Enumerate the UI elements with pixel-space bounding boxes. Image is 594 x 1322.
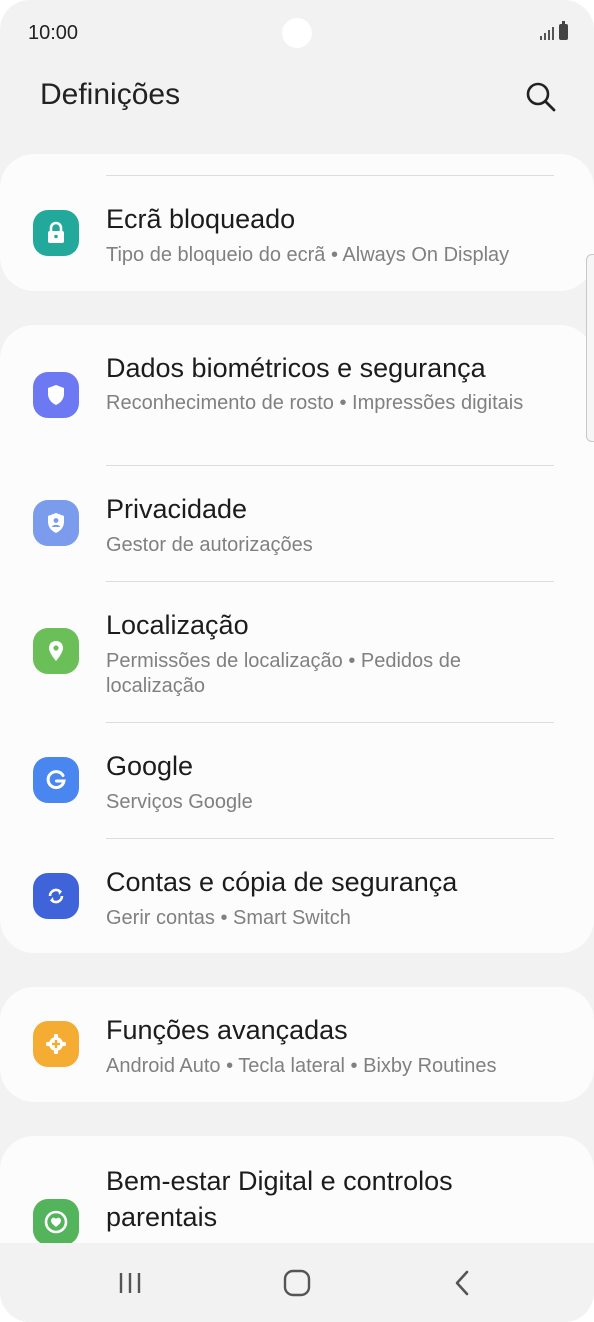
settings-item-accounts-backup[interactable]: Contas e cópia de segurança Gerir contas… xyxy=(0,839,594,953)
privacy-icon xyxy=(33,500,79,546)
item-label: Funções avançadas xyxy=(106,1015,348,1045)
item-label: Localização xyxy=(106,610,249,640)
back-button[interactable] xyxy=(441,1261,485,1305)
recents-icon xyxy=(119,1273,141,1293)
item-subtitle: Gerir contas • Smart Switch xyxy=(106,907,351,929)
location-pin-icon xyxy=(33,628,79,674)
back-icon xyxy=(455,1270,469,1296)
item-label: Google xyxy=(106,751,194,781)
sync-icon xyxy=(33,873,79,919)
item-subtitle: Serviços Google xyxy=(106,791,253,813)
settings-card: Dados biométricos e segurança Reconhecim… xyxy=(0,325,594,953)
page-title: Definições xyxy=(40,78,181,111)
settings-card: Funções avançadas Android Auto • Tecla l… xyxy=(0,987,594,1102)
settings-card: Ecrã bloqueado Tipo de bloqueio do ecrã … xyxy=(0,154,594,291)
scrollbar[interactable] xyxy=(586,254,594,442)
recents-button[interactable] xyxy=(109,1261,153,1305)
search-button[interactable] xyxy=(522,78,558,114)
lock-icon xyxy=(33,210,79,256)
item-subtitle: Permissões de localização • Pedidos de l… xyxy=(106,650,461,697)
shield-icon xyxy=(33,372,79,418)
search-icon xyxy=(526,82,556,112)
item-label: Bem-estar Digital e controlos parentais xyxy=(106,1166,453,1232)
settings-item-lock-screen[interactable]: Ecrã bloqueado Tipo de bloqueio do ecrã … xyxy=(0,176,594,291)
item-subtitle: Reconhecimento de rosto • Impressões dig… xyxy=(106,392,524,414)
item-label: Ecrã bloqueado xyxy=(106,204,296,234)
settings-item-privacy[interactable]: Privacidade Gestor de autorizações xyxy=(0,466,594,581)
item-subtitle: Gestor de autorizações xyxy=(106,534,313,556)
navigation-bar xyxy=(0,1243,594,1322)
settings-item-advanced-features[interactable]: Funções avançadas Android Auto • Tecla l… xyxy=(0,987,594,1102)
google-icon xyxy=(33,757,79,803)
settings-screen: 10:00 Definições Ecrã bloqueado Tipo de … xyxy=(0,0,594,1322)
home-button[interactable] xyxy=(275,1261,319,1305)
item-subtitle: Android Auto • Tecla lateral • Bixby Rou… xyxy=(106,1055,497,1077)
signal-icon xyxy=(540,24,554,40)
item-subtitle: Tipo de bloqueio do ecrã • Always On Dis… xyxy=(106,244,510,266)
home-icon xyxy=(283,1269,311,1297)
status-icons xyxy=(540,21,568,40)
item-label: Privacidade xyxy=(106,494,248,524)
battery-icon xyxy=(559,21,568,40)
front-camera xyxy=(282,18,312,48)
gear-plus-icon xyxy=(33,1021,79,1067)
item-label: Contas e cópia de segurança xyxy=(106,867,458,897)
heart-circle-icon xyxy=(33,1199,79,1245)
settings-item-biometrics[interactable]: Dados biométricos e segurança Reconhecim… xyxy=(0,325,594,465)
settings-item-location[interactable]: Localização Permissões de localização • … xyxy=(0,582,594,722)
settings-item-google[interactable]: Google Serviços Google xyxy=(0,723,594,838)
item-label: Dados biométricos e segurança xyxy=(106,353,486,383)
status-time: 10:00 xyxy=(28,22,79,44)
